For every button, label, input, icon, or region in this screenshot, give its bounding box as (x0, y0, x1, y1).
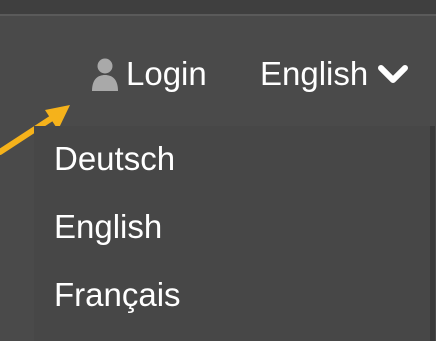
language-dropdown-menu: Deutsch English Français (34, 126, 435, 341)
language-option-english[interactable]: English (54, 208, 162, 246)
language-option-deutsch[interactable]: Deutsch (54, 140, 175, 178)
login-label: Login (126, 55, 207, 92)
language-option-francais[interactable]: Français (54, 276, 181, 314)
user-icon (92, 58, 118, 91)
chevron-down-icon (378, 65, 409, 83)
login-link[interactable]: Login (90, 52, 207, 96)
top-strip (0, 0, 436, 16)
language-dropdown-toggle[interactable]: English (260, 52, 409, 96)
language-selected-label: English (260, 55, 369, 92)
